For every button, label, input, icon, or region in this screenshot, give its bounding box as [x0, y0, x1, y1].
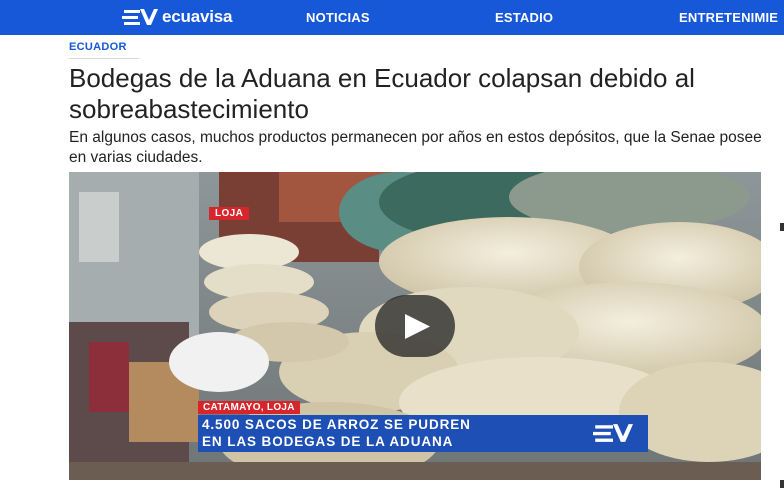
sidebar-edge-mark [780, 223, 784, 231]
play-icon [405, 314, 430, 339]
lower-third-place: CATAMAYO, LOJA [198, 401, 300, 414]
sidebar-edge-mark [780, 480, 784, 488]
location-badge: LOJA [209, 207, 250, 220]
article-subtitle: En algunos casos, muchos productos perma… [69, 129, 762, 166]
nav-entretenimiento[interactable]: ENTRETENIMIE [679, 10, 778, 25]
video-player[interactable]: LOJA CATAMAYO, LOJA 4.500 SACOS DE ARROZ… [69, 172, 761, 480]
video-lower-third: CATAMAYO, LOJA 4.500 SACOS DE ARROZ SE P… [198, 401, 648, 452]
ecuavisa-logo-icon [593, 424, 633, 442]
category-link[interactable]: ECUADOR [69, 41, 127, 53]
lower-third-caption-box: 4.500 SACOS DE ARROZ SE PUDREN EN LAS BO… [198, 415, 648, 452]
category-divider [69, 58, 139, 59]
ecuavisa-logo-icon [122, 9, 158, 25]
nav-estadio[interactable]: ESTADIO [495, 10, 553, 25]
lower-third-line-1: 4.500 SACOS DE ARROZ SE PUDREN [202, 417, 471, 432]
top-navigation-bar: ecuavisa NOTICIAS ESTADIO ENTRETENIMIE [0, 0, 784, 35]
article-title: Bodegas de la Aduana en Ecuador colapsan… [69, 63, 695, 124]
brand-name: ecuavisa [162, 7, 233, 26]
nav-noticias[interactable]: NOTICIAS [306, 10, 370, 25]
ecuavisa-logo[interactable]: ecuavisa [122, 6, 232, 28]
play-button[interactable] [375, 295, 455, 357]
lower-third-line-2: EN LAS BODEGAS DE LA ADUANA [202, 434, 454, 449]
